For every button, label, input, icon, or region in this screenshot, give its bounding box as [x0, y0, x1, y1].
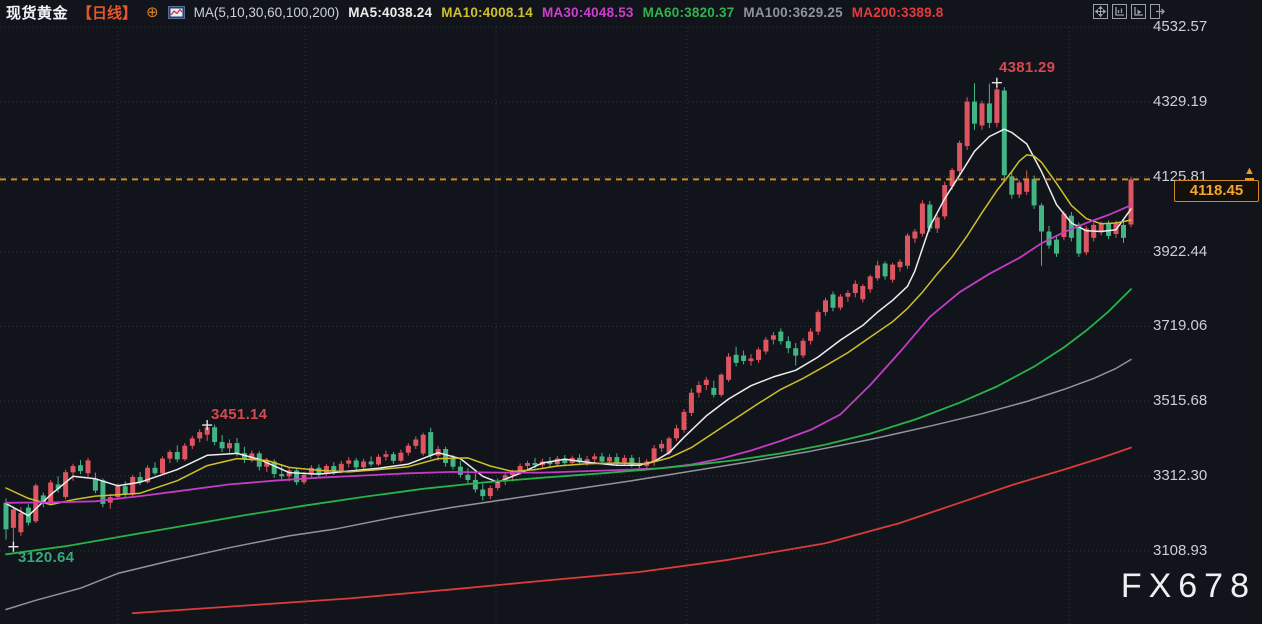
fx678-watermark: FX678	[1121, 567, 1256, 606]
current-price-badge: 4118.45	[1174, 180, 1259, 202]
pan-crosshair-icon[interactable]	[1093, 4, 1108, 19]
trading-chart-app: 现货黄金 【日线】 ⊕ MA(5,10,30,60,100,200) MA5:4…	[0, 0, 1262, 624]
chart-toolbar	[1093, 4, 1165, 19]
price-up-arrow-icon: ▲	[1244, 166, 1255, 180]
ma200-value-label: MA200:3389.8	[852, 5, 944, 20]
ma10-value-label: MA10:4008.14	[441, 5, 533, 20]
ma5-value-label: MA5:4038.24	[348, 5, 432, 20]
ma100-value-label: MA100:3629.25	[743, 5, 842, 20]
y-axis-label: 3719.06	[1153, 317, 1243, 334]
y-axis-label: 3108.93	[1153, 542, 1243, 559]
instrument-title: 现货黄金	[6, 2, 68, 23]
chart-header: 现货黄金 【日线】 ⊕ MA(5,10,30,60,100,200) MA5:4…	[0, 0, 1262, 24]
exit-chart-icon[interactable]	[1150, 4, 1165, 19]
annotation-high-3451: 3451.14	[211, 406, 267, 423]
chart-thumbnail-icon[interactable]	[168, 6, 185, 19]
axis-scale-play-icon[interactable]	[1131, 4, 1146, 19]
y-axis-label: 3515.68	[1153, 392, 1243, 409]
circle-plus-icon[interactable]: ⊕	[146, 5, 159, 20]
ma30-value-label: MA30:4048.53	[542, 5, 634, 20]
annotation-low-3120: 3120.64	[18, 549, 74, 566]
ma-summary-label: MA(5,10,30,60,100,200)	[194, 5, 340, 20]
y-axis-label: 3922.44	[1153, 243, 1243, 260]
annotation-high-4381: 4381.29	[999, 59, 1055, 76]
axis-scale-left-icon[interactable]	[1112, 4, 1127, 19]
ma60-value-label: MA60:3820.37	[643, 5, 735, 20]
y-axis-label: 3312.30	[1153, 467, 1243, 484]
y-axis-label: 4329.19	[1153, 93, 1243, 110]
price-chart-canvas[interactable]	[0, 0, 1262, 624]
timeframe-label[interactable]: 【日线】	[77, 2, 137, 23]
